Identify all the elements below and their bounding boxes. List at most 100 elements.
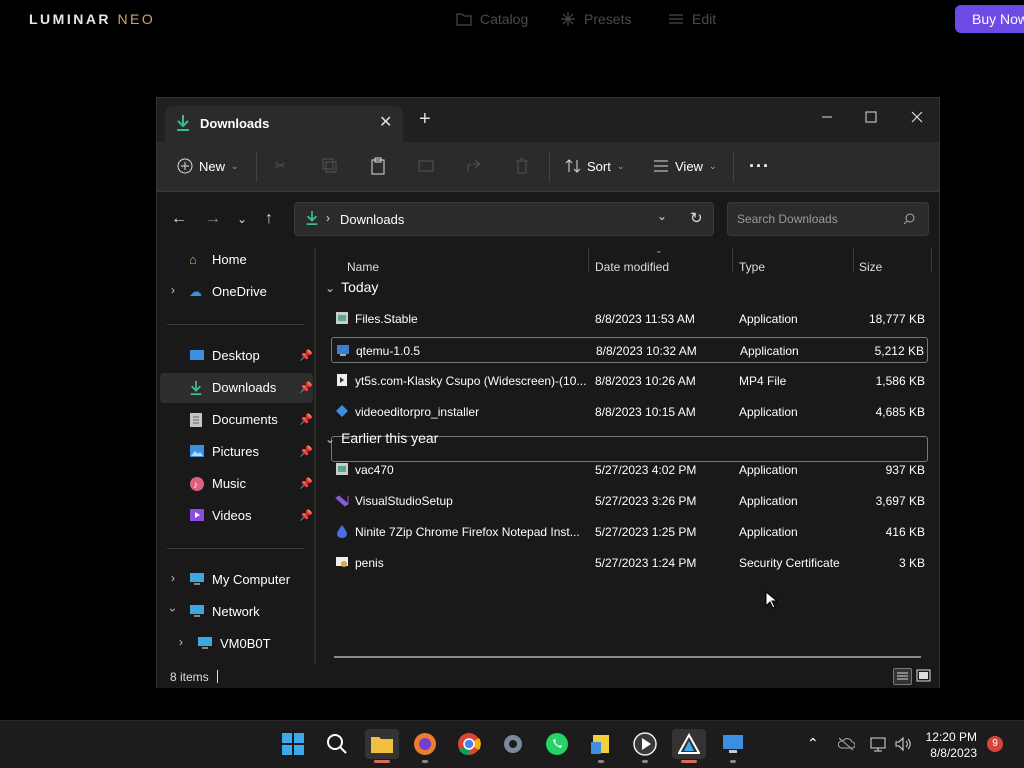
chrome-taskbar-button[interactable] [454, 729, 484, 759]
table-row[interactable]: vac470 5/27/2023 4:02 PM Application 937… [331, 457, 928, 483]
nav-catalog[interactable]: Catalog [456, 11, 528, 27]
buy-now-button[interactable]: Buy Now [955, 5, 1024, 33]
table-row[interactable]: Files.Stable 8/8/2023 11:53 AM Applicati… [331, 306, 928, 332]
breadcrumb[interactable]: Downloads [340, 212, 404, 227]
table-row-selected[interactable]: qtemu-1.0.5 8/8/2023 10:32 AM Applicatio… [331, 337, 928, 363]
sticky-notes-taskbar-button[interactable] [586, 729, 616, 763]
file-explorer-taskbar-button[interactable] [365, 729, 399, 763]
horizontal-scrollbar[interactable] [334, 656, 921, 658]
column-divider[interactable] [588, 248, 589, 272]
media-player-taskbar-button[interactable] [630, 729, 660, 763]
paste-button[interactable] [370, 154, 386, 178]
new-button[interactable]: New ⌄ [177, 154, 239, 178]
sidebar-item-network[interactable]: › Network [160, 597, 313, 627]
sidebar-item-pictures[interactable]: Pictures 📌 [160, 437, 313, 467]
column-header-name[interactable]: Name [347, 260, 379, 274]
sidebar-divider [167, 324, 304, 325]
settings-taskbar-button[interactable] [498, 729, 528, 759]
collapse-chevron-icon[interactable]: ⌄ [325, 281, 335, 295]
sidebar-item-music[interactable]: ♪ Music 📌 [160, 469, 313, 499]
sidebar-item-onedrive[interactable]: › ☁ OneDrive [160, 277, 313, 307]
recent-chevron-icon[interactable]: ⌄ [237, 212, 247, 226]
view-button[interactable]: View ⌄ [653, 154, 717, 178]
sidebar-item-desktop[interactable]: Desktop 📌 [160, 341, 313, 371]
column-divider[interactable] [931, 248, 932, 272]
pin-icon[interactable]: 📌 [299, 349, 313, 362]
onedrive-offline-icon[interactable] [837, 736, 855, 752]
rename-button[interactable] [418, 154, 434, 178]
nav-presets[interactable]: Presets [560, 11, 631, 27]
whatsapp-taskbar-button[interactable] [542, 729, 572, 759]
luminar-app-bar: LUMINAR NEO Catalog Presets Edit Buy Now [0, 0, 1024, 40]
title-bar: Downloads ✕ + [157, 98, 939, 142]
volume-icon[interactable] [894, 736, 912, 752]
column-divider[interactable] [853, 248, 854, 272]
remote-desktop-taskbar-button[interactable] [718, 729, 748, 763]
back-arrow-icon[interactable]: ← [171, 210, 187, 228]
view-list-icon [654, 160, 668, 172]
pin-icon[interactable]: 📌 [299, 509, 313, 522]
tiles-view-button[interactable] [915, 668, 934, 685]
table-row[interactable]: Ninite 7Zip Chrome Firefox Notepad Inst.… [331, 519, 928, 545]
more-options-icon[interactable]: ··· [749, 154, 770, 178]
group-header-earlier-this-year[interactable]: ⌄ Earlier this year [325, 430, 438, 446]
group-header-today[interactable]: ⌄ Today [325, 279, 378, 295]
up-arrow-icon[interactable]: ↑ [265, 210, 273, 228]
toolbar-divider [733, 152, 734, 182]
forward-arrow-icon[interactable]: → [205, 210, 221, 228]
nav-edit[interactable]: Edit [668, 11, 716, 27]
running-indicator [730, 760, 736, 763]
column-header-type[interactable]: Type [739, 260, 765, 274]
expand-chevron-icon[interactable]: › [179, 635, 183, 649]
music-icon: ♪ [189, 476, 205, 492]
close-tab-icon[interactable]: ✕ [379, 112, 392, 132]
delete-button[interactable] [514, 154, 530, 178]
search-box[interactable]: Search Downloads [727, 202, 929, 236]
network-status-icon[interactable] [869, 736, 887, 752]
search-taskbar-button[interactable] [322, 729, 352, 759]
address-bar[interactable]: › Downloads ⌄ ↻ [294, 202, 714, 236]
close-window-button[interactable] [894, 103, 940, 131]
table-row[interactable]: VisualStudioSetup 5/27/2023 3:26 PM Appl… [331, 488, 928, 514]
column-divider[interactable] [732, 248, 733, 272]
expand-chevron-icon[interactable]: › [171, 283, 175, 297]
expand-chevron-icon[interactable]: › [171, 571, 175, 585]
minimize-button[interactable] [804, 103, 850, 131]
start-button[interactable] [278, 729, 308, 759]
sidebar-item-downloads[interactable]: Downloads 📌 [160, 373, 313, 403]
collapse-chevron-icon[interactable]: ⌄ [325, 432, 335, 446]
column-header-date[interactable]: Date modified [595, 260, 669, 274]
pin-icon[interactable]: 📌 [299, 413, 313, 426]
cut-button[interactable]: ✂ [275, 154, 286, 178]
share-button[interactable] [466, 154, 482, 178]
tray-overflow-chevron-icon[interactable]: ⌃ [807, 735, 819, 752]
firefox-taskbar-button[interactable] [410, 729, 440, 763]
pin-icon[interactable]: 📌 [299, 477, 313, 490]
tab-downloads[interactable]: Downloads ✕ [165, 106, 403, 142]
refresh-icon[interactable]: ↻ [690, 209, 703, 227]
column-header-size[interactable]: Size [859, 260, 882, 274]
luminar-logo: LUMINAR NEO [29, 11, 156, 27]
sidebar-item-my-computer[interactable]: › My Computer [160, 565, 313, 595]
notification-badge[interactable]: 9 [987, 736, 1003, 752]
sidebar-item-documents[interactable]: Documents 📌 [160, 405, 313, 435]
pin-icon[interactable]: 📌 [299, 381, 313, 394]
copy-button[interactable] [322, 154, 338, 178]
sidebar-item-vm0b0t[interactable]: › VM0B0T [160, 629, 313, 659]
pin-icon[interactable]: 📌 [299, 445, 313, 458]
table-row[interactable]: videoeditorpro_installer 8/8/2023 10:15 … [331, 399, 928, 425]
system-clock[interactable]: 12:20 PM 8/8/2023 [923, 729, 977, 761]
sidebar-item-home[interactable]: ⌂ Home [160, 245, 313, 275]
table-row[interactable]: penis 5/27/2023 1:24 PM Security Certifi… [331, 550, 928, 576]
luminar-taskbar-button[interactable] [672, 729, 706, 763]
sort-button[interactable]: Sort ⌄ [565, 154, 624, 178]
collapse-chevron-icon[interactable]: › [166, 608, 180, 612]
address-dropdown-icon[interactable]: ⌄ [657, 209, 667, 223]
new-tab-icon[interactable]: + [419, 108, 431, 131]
maximize-button[interactable] [848, 103, 894, 131]
close-icon [911, 111, 923, 123]
sidebar-scrollbar[interactable] [314, 248, 316, 664]
table-row[interactable]: yt5s.com-Klasky Csupo (Widescreen)-(10..… [331, 368, 928, 394]
details-view-button[interactable] [893, 668, 912, 685]
sidebar-item-videos[interactable]: Videos 📌 [160, 501, 313, 531]
